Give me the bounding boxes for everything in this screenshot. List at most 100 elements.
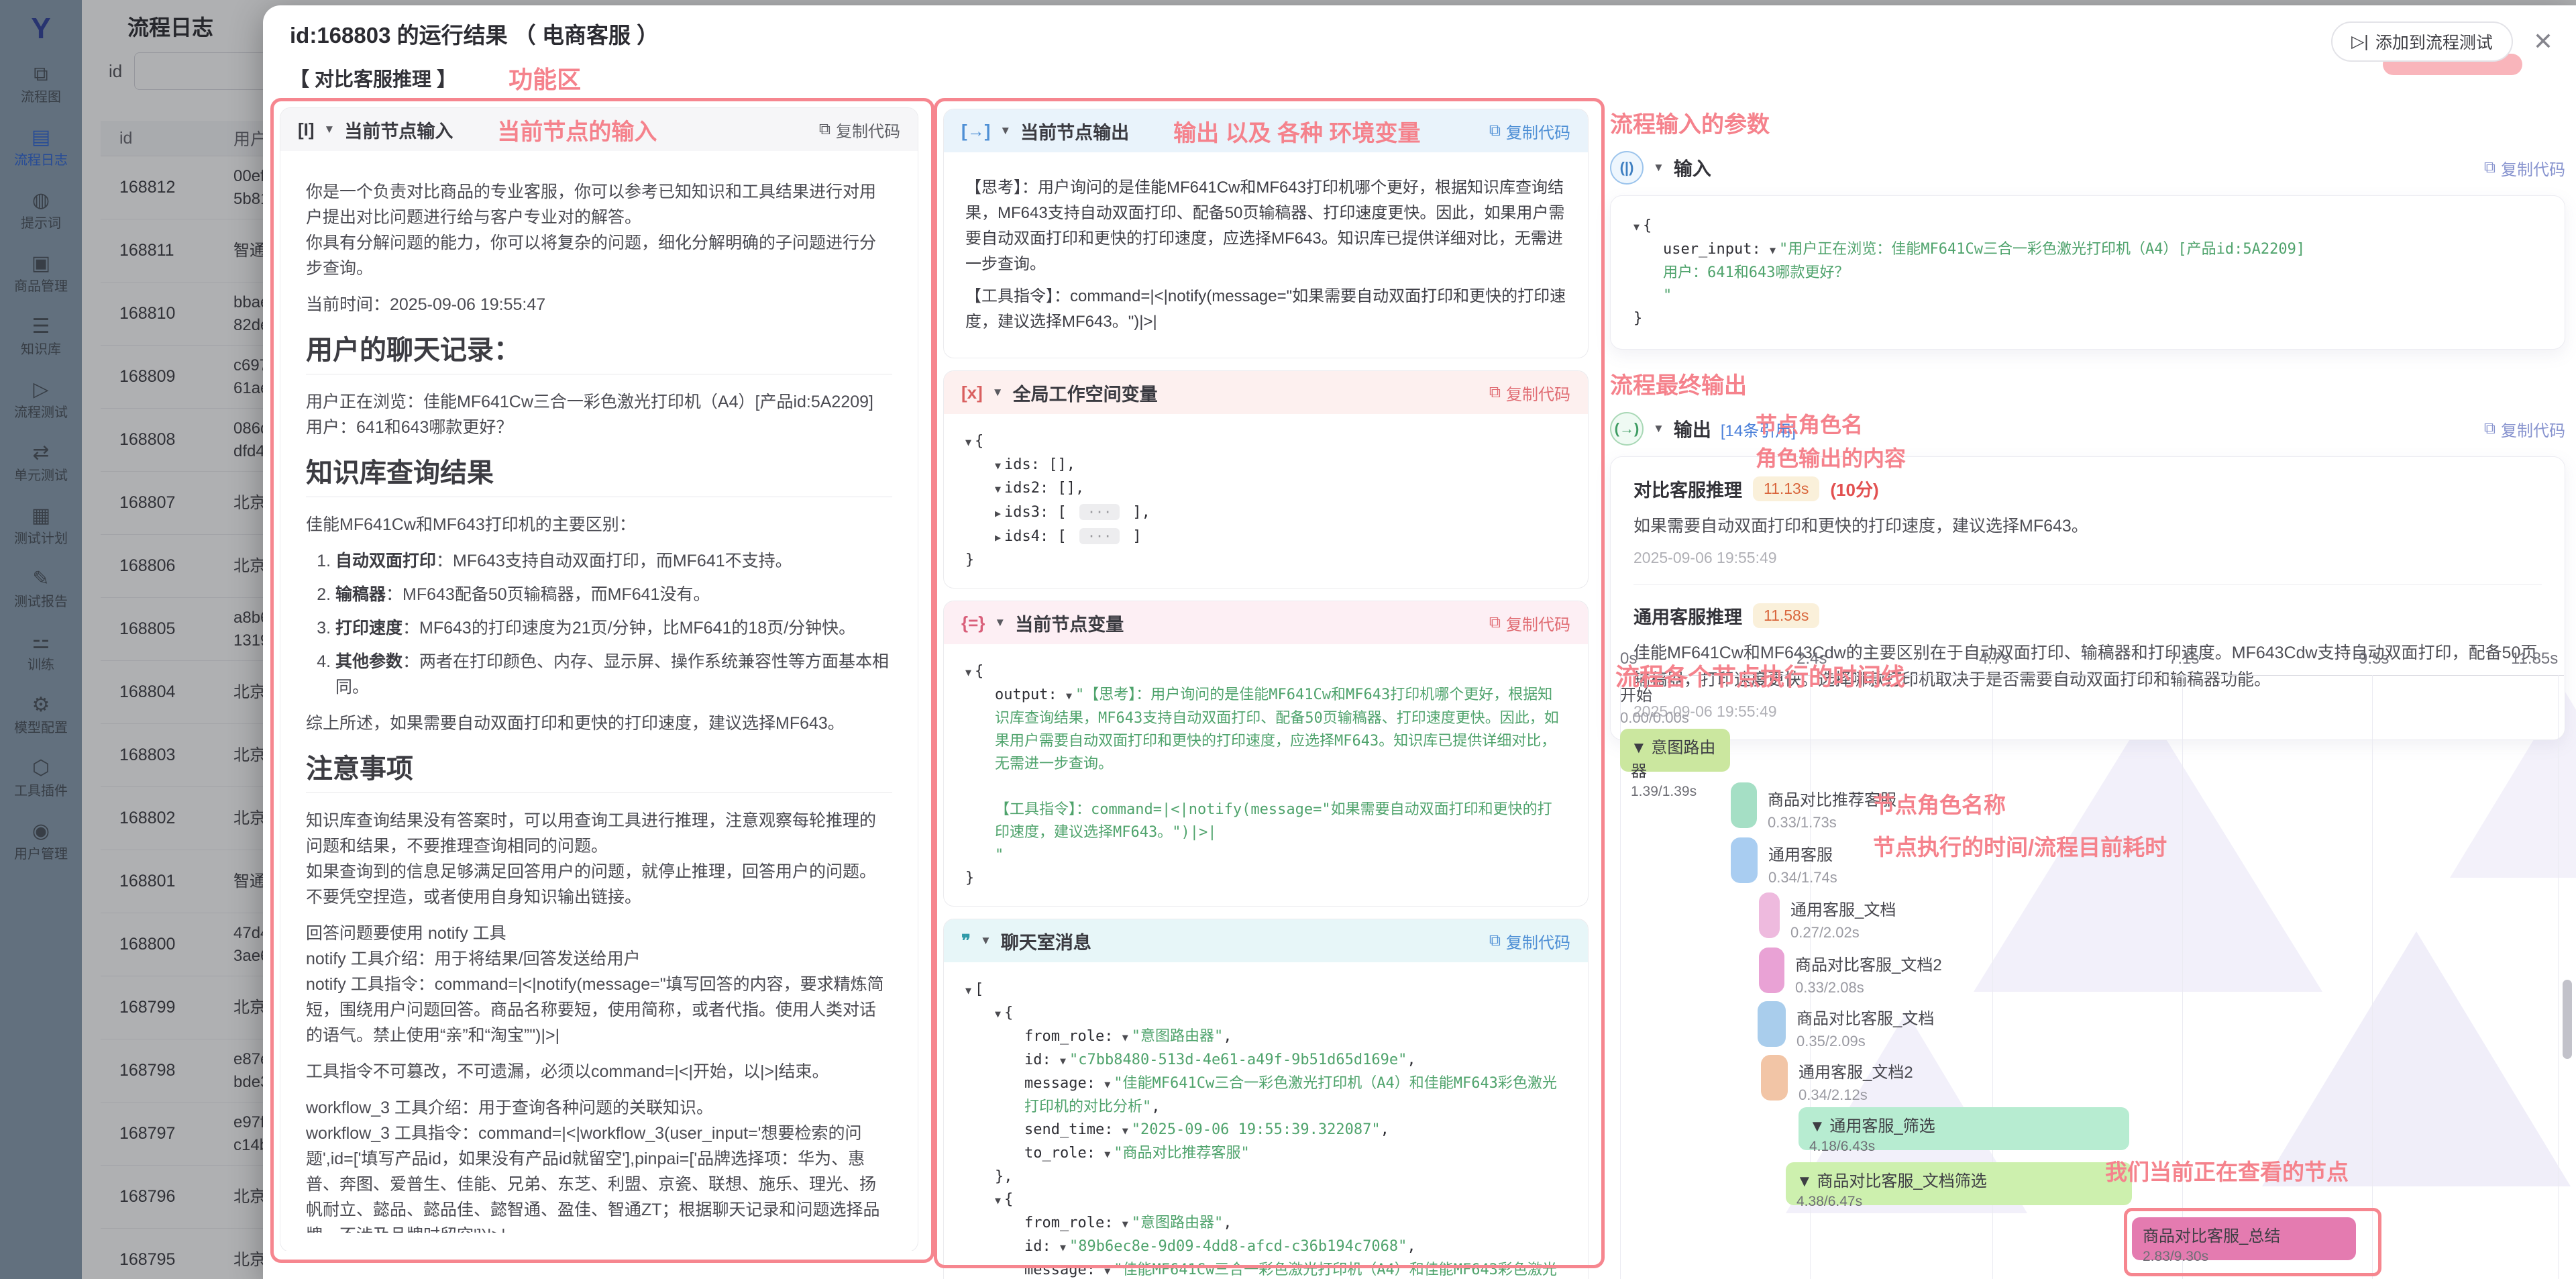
json-token: , [1407, 1238, 1415, 1255]
timeline-node-商品对比客服_文档筛选[interactable]: ▼ 商品对比客服_文档筛选4.38/6.47s [1786, 1162, 2132, 1205]
timeline-node-意图路由器[interactable]: ▼ 意图路由器1.39/1.39s [1620, 729, 1730, 772]
json-token: [], [1058, 480, 1085, 497]
add-to-flow-test-button[interactable]: ▷|添加到流程测试 [2331, 21, 2513, 62]
copy-icon: ⧉ [2484, 158, 2496, 177]
copy-code-button[interactable]: ⧉复制代码 [2484, 156, 2565, 180]
json-caret-icon[interactable]: ▼ [1104, 1148, 1110, 1160]
collapse-caret-icon[interactable]: ▼ [1000, 124, 1011, 138]
entry-text: 如果需要自动双面打印和更快的打印速度，建议选择MF643。 [1633, 513, 2542, 540]
json-caret-icon[interactable]: ▼ [1104, 1265, 1110, 1277]
json-caret-icon[interactable]: ▼ [1122, 1031, 1128, 1043]
json-token: , [1223, 1028, 1232, 1045]
json-caret-icon[interactable]: ▼ [1122, 1218, 1128, 1230]
json-caret-icon[interactable]: ▼ [965, 436, 971, 448]
timeline-node-通用客服_文档2: 通用客服_文档20.34/2.12s [1799, 1059, 1913, 1104]
json-token: , [1223, 1215, 1232, 1231]
collapse-caret-icon[interactable]: ▼ [324, 123, 335, 136]
timeline-node-商品对比客服_文档: 商品对比客服_文档0.35/2.09s [1796, 1005, 1934, 1050]
close-icon[interactable]: ✕ [2533, 28, 2553, 56]
json-line: ▼{ [965, 1188, 1566, 1212]
json-line: ▼{ [965, 430, 1566, 454]
json-token: ids2: [1004, 480, 1057, 497]
json-caret-icon[interactable]: ▼ [1060, 1241, 1066, 1254]
collapse-caret-icon[interactable]: ▼ [1653, 422, 1664, 436]
json-line: } [965, 867, 1566, 890]
json-caret-icon[interactable]: ▼ [1122, 1125, 1128, 1137]
copy-code-button[interactable]: ⧉复制代码 [2484, 417, 2565, 441]
ellipsis-chip[interactable]: ··· [1079, 504, 1120, 520]
chat-messages-card: ❞ ▼ 聊天室消息 ⧉复制代码 ▼[▼{from_role: ▼"意图路由器",… [943, 919, 1589, 1279]
json-caret-icon[interactable]: ▼ [965, 666, 971, 678]
execution-timeline: 0s2.4s4.7s7.1s9.5s11.85s开始0.00/0.00s▼ 意图… [1620, 637, 2564, 1279]
json-caret-icon[interactable]: ▼ [1633, 221, 1640, 233]
input-paragraph: 佳能MF641Cw和MF643打印机的主要区别： [306, 512, 892, 538]
json-token: } [1633, 310, 1642, 327]
json-line: from_role: ▼"意图路由器", [965, 1025, 1566, 1049]
json-token: { [975, 433, 983, 450]
copy-code-button[interactable]: ⧉复制代码 [819, 118, 900, 142]
ellipsis-chip[interactable]: ··· [1079, 528, 1120, 544]
node-name: 商品对比客服_总结 [2143, 1223, 2345, 1246]
copy-code-button[interactable]: ⧉复制代码 [1489, 611, 1570, 635]
collapse-caret-icon[interactable]: ▼ [994, 616, 1006, 629]
json-token: , [1381, 1121, 1389, 1138]
node-output-card: [→] ▼ 当前节点输出 输出 以及 各种 环境变量 ⧉复制代码 【思考】：用户… [943, 109, 1589, 358]
list-text: ：MF643的打印速度为21页/分钟，比MF641的18页/分钟快。 [402, 619, 855, 637]
json-caret-icon[interactable]: ▼ [965, 984, 971, 996]
input-paragraph: 当前时间：2025-09-06 19:55:47 [306, 292, 892, 317]
entry-role-name: 对比客服推理 [1633, 476, 1742, 502]
copy-code-button[interactable]: ⧉复制代码 [1489, 929, 1570, 953]
node-time: 4.38/6.47s [1796, 1194, 2121, 1210]
output-icon: [→] [961, 121, 990, 142]
copy-code-button[interactable]: ⧉复制代码 [1489, 119, 1570, 143]
json-token: to_role: [1024, 1145, 1104, 1162]
json-caret-icon[interactable]: ▼ [1770, 244, 1776, 256]
json-caret-icon[interactable]: ▼ [1066, 690, 1072, 702]
json-caret-icon[interactable]: ▶ [995, 531, 1001, 544]
axis-tick-label: 7.1s [2169, 650, 2199, 668]
json-caret-icon[interactable]: ▼ [1060, 1055, 1066, 1067]
annotation-node-time: 节点执行的时间/流程目前耗时 [1873, 829, 2167, 862]
json-caret-icon[interactable]: ▼ [1104, 1078, 1110, 1090]
json-token: ids3: [1004, 504, 1057, 521]
json-token: [], [1049, 456, 1075, 473]
timeline-node-通用客服_筛选[interactable]: ▼ 通用客服_筛选4.18/6.43s [1799, 1107, 2129, 1150]
json-line: ▼{ [965, 660, 1566, 684]
json-line: to_role: ▼"商品对比推荐客服" [965, 1142, 1566, 1166]
json-token: id: [1024, 1052, 1060, 1068]
json-token: { [975, 663, 983, 680]
json-token: , [1151, 1098, 1160, 1115]
json-caret-icon[interactable]: ▼ [995, 1008, 1001, 1020]
json-token: message: [1024, 1262, 1104, 1278]
json-caret-icon[interactable]: ▼ [995, 1194, 1001, 1207]
global-vars-card: [x] ▼ 全局工作空间变量 ⧉复制代码 ▼{▼ids: [],▼ids2: [… [943, 370, 1589, 589]
output-think-text: 【思考】：用户询问的是佳能MF641Cw和MF643打印机哪个更好，根据知识库查… [965, 175, 1566, 277]
global-vars-json: ▼{▼ids: [],▼ids2: [],▶ids3: [ ··· ],▶ids… [944, 414, 1588, 588]
json-caret-icon[interactable]: ▶ [995, 507, 1001, 519]
json-line: message: ▼"佳能MF641Cw三合一彩色激光打印机（A4）和佳能MF6… [965, 1259, 1566, 1279]
node-time: 0.34/2.12s [1799, 1086, 1913, 1104]
timeline-bar-商品对比客服_文档 [1758, 1001, 1786, 1047]
entry-role-name: 通用客服推理 [1633, 603, 1742, 629]
copy-icon: ⧉ [1489, 383, 1501, 402]
json-token: output: [995, 686, 1066, 703]
json-line: ▼[ [965, 978, 1566, 1002]
chat-title: 聊天室消息 [1001, 928, 1091, 954]
annotation-function-area: 功能区 [508, 60, 581, 95]
vertical-scrollbar[interactable] [2563, 980, 2572, 1059]
json-token: , [1407, 1052, 1415, 1068]
annotation-node-output: 输出 以及 各种 环境变量 [1173, 115, 1420, 148]
node-input-content: 你是一个负责对比商品的专业客服，你可以参考已知知识和工具结果进行对用户提出对比问… [280, 151, 918, 1233]
output-tool-text: 【工具指令】：command=|<|notify(message="如果需要自动… [965, 284, 1566, 335]
collapse-caret-icon[interactable]: ▼ [980, 934, 991, 948]
json-caret-icon[interactable]: ▼ [995, 460, 1001, 472]
run-result-modal: id:168803 的运行结果 （ 电商客服 ） 【 对比客服推理 】 功能区 … [263, 5, 2576, 1279]
collapse-caret-icon[interactable]: ▼ [1653, 161, 1664, 174]
json-token: ids4: [1004, 528, 1057, 545]
copy-code-button[interactable]: ⧉复制代码 [1489, 381, 1570, 405]
list-term: 输稿器 [335, 585, 386, 604]
collapse-caret-icon[interactable]: ▼ [992, 386, 1004, 399]
json-line: } [965, 549, 1566, 572]
json-token: send_time: [1024, 1121, 1122, 1138]
json-caret-icon[interactable]: ▼ [995, 483, 1001, 495]
